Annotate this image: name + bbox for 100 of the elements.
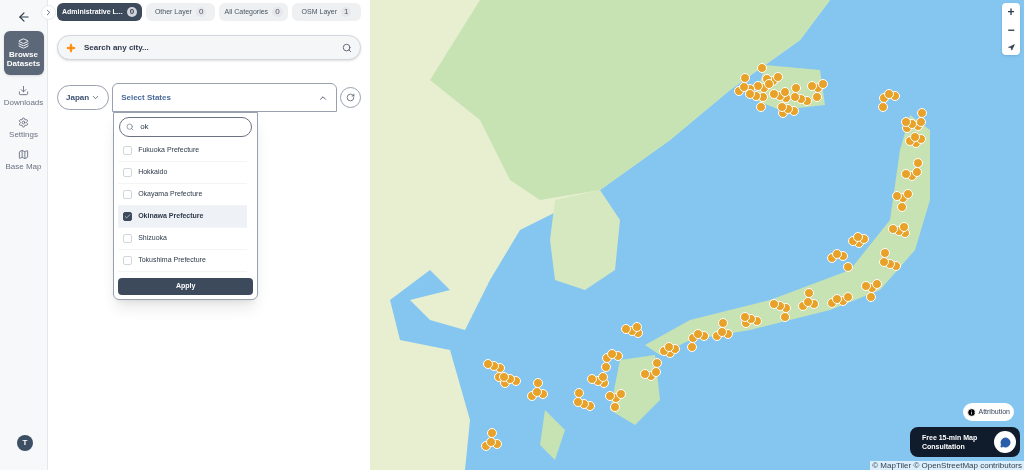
location-marker[interactable] (718, 318, 728, 328)
location-marker[interactable] (791, 83, 801, 93)
location-marker[interactable] (790, 92, 800, 102)
location-marker[interactable] (807, 81, 817, 91)
location-marker[interactable] (888, 224, 898, 234)
sidebar-item[interactable]: Base Map (0, 149, 47, 171)
location-marker[interactable] (486, 437, 496, 447)
location-marker[interactable] (843, 262, 853, 272)
location-marker[interactable] (897, 202, 907, 212)
location-marker[interactable] (740, 312, 750, 322)
location-marker[interactable] (879, 257, 889, 267)
location-marker[interactable] (903, 189, 913, 199)
state-select[interactable]: Select States (112, 83, 338, 112)
location-marker[interactable] (780, 312, 790, 322)
location-marker[interactable] (910, 132, 920, 142)
location-marker[interactable] (621, 324, 631, 334)
count-badge: 1 (341, 7, 352, 17)
search-field[interactable]: Search any city... (84, 41, 334, 54)
location-marker[interactable] (773, 72, 783, 82)
count-badge: 0 (126, 7, 138, 17)
chevron-right-icon (44, 8, 53, 17)
chat-bubble-icon (999, 436, 1011, 448)
zoom-out-button[interactable]: − (1002, 21, 1020, 39)
location-marker[interactable] (601, 362, 611, 372)
location-marker[interactable] (878, 102, 888, 112)
location-marker[interactable] (610, 402, 620, 412)
checkbox[interactable] (123, 212, 133, 221)
settings-icon (18, 117, 29, 128)
location-marker[interactable] (632, 322, 642, 332)
location-marker[interactable] (740, 73, 750, 83)
location-marker[interactable] (616, 389, 626, 399)
compass-icon (1007, 43, 1015, 51)
location-marker[interactable] (757, 63, 767, 73)
location-marker[interactable] (533, 378, 543, 388)
location-marker[interactable] (640, 369, 650, 379)
location-marker[interactable] (651, 367, 661, 377)
location-marker[interactable] (812, 92, 822, 102)
location-marker[interactable] (884, 89, 894, 99)
count-badge: 0 (195, 7, 207, 17)
location-marker[interactable] (866, 292, 876, 302)
location-marker[interactable] (832, 294, 842, 304)
location-marker[interactable] (832, 249, 842, 259)
location-marker[interactable] (664, 342, 674, 352)
location-marker[interactable] (745, 89, 755, 99)
location-marker[interactable] (803, 297, 813, 307)
location-marker[interactable] (753, 81, 763, 91)
location-marker[interactable] (607, 349, 617, 359)
location-marker[interactable] (917, 108, 927, 118)
refresh-icon (346, 93, 356, 102)
location-marker[interactable] (777, 102, 787, 112)
location-marker[interactable] (574, 388, 584, 398)
location-marker[interactable] (739, 82, 749, 92)
location-marker[interactable] (605, 391, 615, 401)
search-icon (126, 123, 135, 131)
map-copyright: © MapTiler © OpenStreetMap contributors (870, 461, 1024, 470)
state-search-field[interactable]: ok (140, 121, 246, 133)
datasets-icon (18, 38, 29, 49)
location-marker[interactable] (573, 397, 583, 407)
location-marker[interactable] (804, 288, 814, 298)
location-marker[interactable] (487, 428, 497, 438)
location-marker[interactable] (818, 79, 828, 89)
location-marker[interactable] (769, 89, 779, 99)
location-marker[interactable] (843, 292, 853, 302)
location-marker[interactable] (598, 372, 608, 382)
search-icon (342, 42, 352, 53)
location-marker[interactable] (587, 374, 597, 384)
location-marker[interactable] (901, 169, 911, 179)
location-marker[interactable] (912, 167, 922, 177)
location-marker[interactable] (880, 248, 890, 258)
location-marker[interactable] (913, 158, 923, 168)
location-marker[interactable] (687, 342, 697, 352)
zoom-in-button[interactable]: + (1002, 3, 1020, 21)
location-marker[interactable] (892, 191, 902, 201)
chevron-down-icon (91, 93, 101, 102)
location-marker[interactable] (717, 327, 727, 337)
location-marker[interactable] (853, 232, 863, 242)
location-marker[interactable] (756, 102, 766, 112)
user-avatar[interactable]: T (17, 435, 33, 451)
info-icon (967, 407, 977, 417)
location-marker[interactable] (499, 372, 509, 382)
count-badge: 0 (272, 7, 283, 17)
location-marker[interactable] (861, 281, 871, 291)
sparkle-icon (66, 42, 76, 53)
location-marker[interactable] (532, 387, 542, 397)
location-marker[interactable] (899, 222, 909, 232)
location-marker[interactable] (483, 359, 493, 369)
location-marker[interactable] (769, 299, 779, 309)
location-marker[interactable] (693, 329, 703, 339)
search-bar[interactable]: Search any city... (57, 35, 361, 60)
sidebar-item[interactable]: Browse Datasets (3, 31, 44, 75)
basemap-icon (18, 149, 29, 160)
location-marker[interactable] (780, 87, 790, 97)
sidebar-item[interactable]: Downloads (0, 85, 47, 107)
location-marker[interactable] (764, 79, 774, 89)
location-marker[interactable] (652, 358, 662, 368)
downloads-icon (18, 85, 29, 96)
location-marker[interactable] (872, 279, 882, 289)
sidebar-item[interactable]: Settings (0, 117, 47, 139)
location-marker[interactable] (901, 117, 911, 127)
location-marker[interactable] (916, 117, 926, 127)
